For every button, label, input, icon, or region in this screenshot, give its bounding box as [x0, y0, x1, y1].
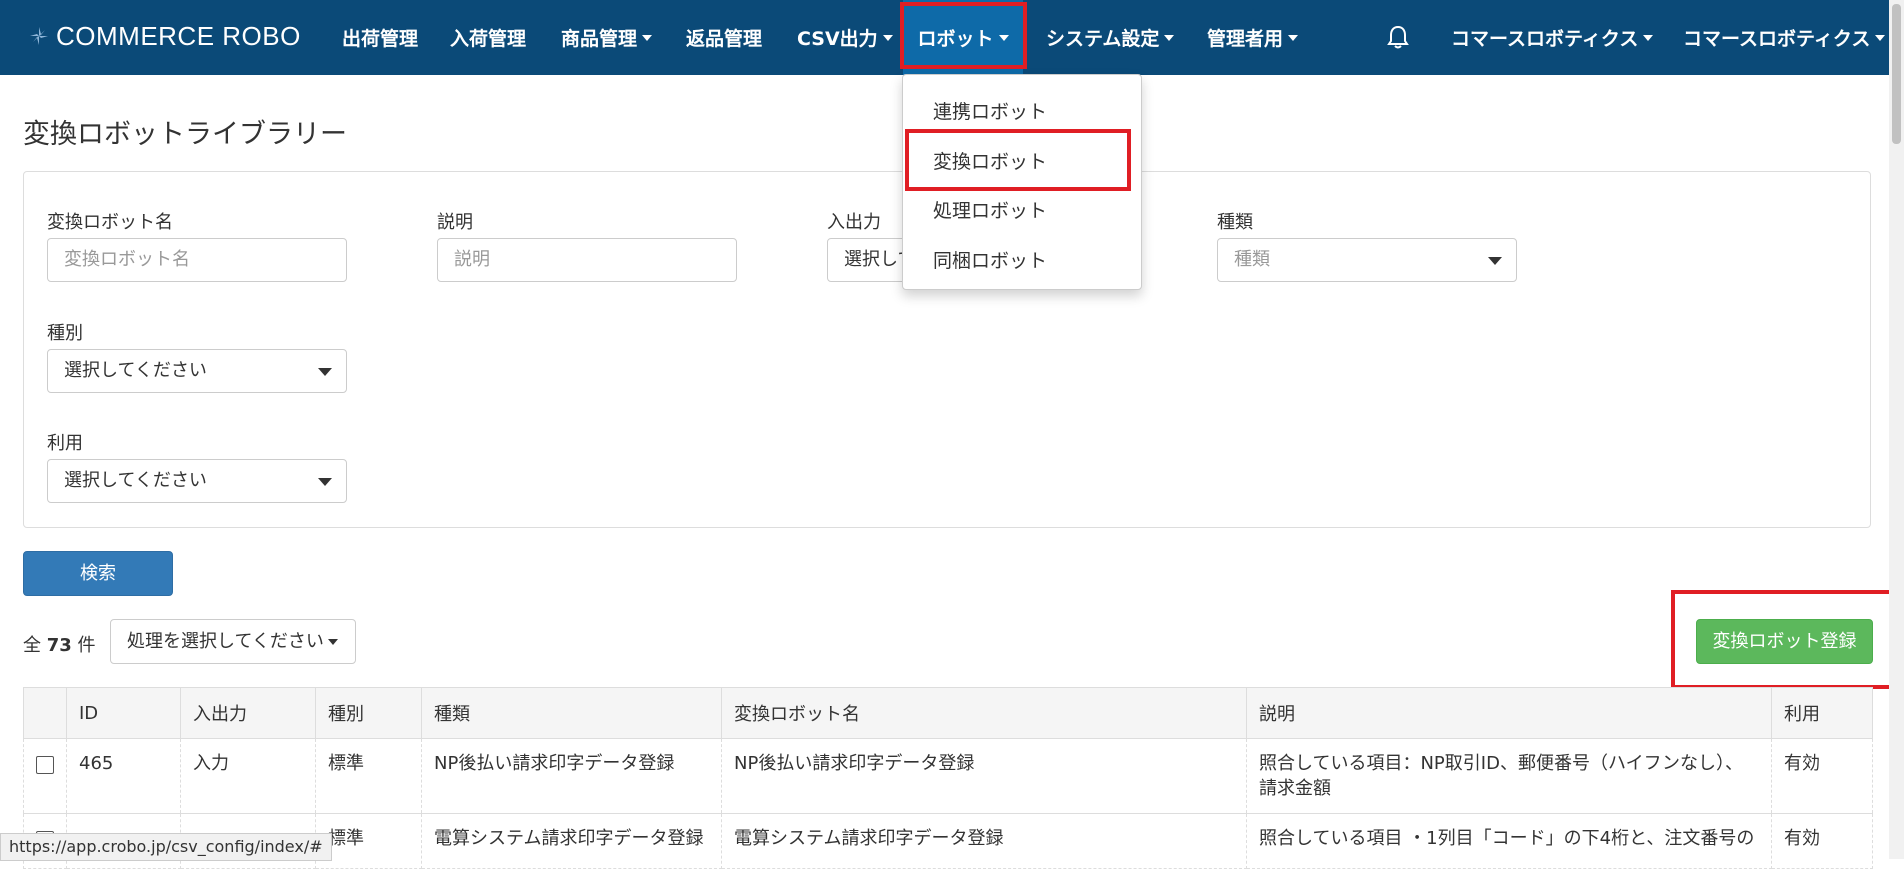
- chevron-down-icon: [1643, 34, 1654, 41]
- chevron-down-icon: [642, 34, 653, 41]
- page-title: 変換ロボットライブラリー: [23, 119, 347, 150]
- register-convert-robot-button[interactable]: 変換ロボット登録: [1696, 619, 1873, 664]
- brand-name: COMMERCE ROBO: [56, 20, 301, 51]
- cell-description: 照合している項目：NP取引ID、郵便番号（ハイフンなし）、請求金額: [1246, 738, 1772, 814]
- cell-use: 有効: [1771, 813, 1873, 869]
- cell-use: 有効: [1771, 738, 1873, 814]
- header-io[interactable]: 入出力: [180, 687, 316, 739]
- table-header-row: ID 入出力 種別 種類 変換ロボット名 説明 利用: [23, 687, 1873, 739]
- menu-item-link-robot[interactable]: 連携ロボット: [933, 97, 1047, 124]
- chevron-down-icon: [1164, 34, 1175, 41]
- cell-kind: NP後払い請求印字データ登録: [421, 738, 722, 814]
- nav-receiving[interactable]: 入荷管理: [450, 0, 526, 75]
- page-scrollbar[interactable]: [1889, 0, 1904, 859]
- brand-logo[interactable]: COMMERCE ROBO: [28, 18, 301, 54]
- filter-type-label: 種別: [47, 323, 83, 344]
- chevron-down-icon: [1875, 34, 1886, 41]
- chevron-down-icon: [1288, 34, 1299, 41]
- chevron-down-icon: [318, 478, 332, 486]
- browser-status-url: https://app.crobo.jp/csv_config/index/#: [0, 833, 332, 861]
- nav-products[interactable]: 商品管理: [561, 0, 653, 75]
- cell-io: 入力: [180, 738, 316, 814]
- menu-item-process-robot[interactable]: 処理ロボット: [933, 196, 1047, 223]
- cell-kind: 電算システム請求印字データ登録: [421, 813, 722, 869]
- header-type[interactable]: 種別: [315, 687, 422, 739]
- nav-admin[interactable]: 管理者用: [1207, 0, 1299, 75]
- chevron-down-icon: [318, 368, 332, 376]
- robot-dropdown-menu: 連携ロボット 変換ロボット 処理ロボット 同梱ロボット: [902, 74, 1142, 290]
- header-id[interactable]: ID: [66, 687, 181, 739]
- chevron-down-icon: [327, 639, 338, 645]
- header-description[interactable]: 説明: [1246, 687, 1772, 739]
- cell-robot-name[interactable]: NP後払い請求印字データ登録: [721, 738, 1247, 814]
- chevron-down-icon: [1488, 257, 1502, 265]
- nav-system-settings[interactable]: システム設定: [1046, 0, 1175, 75]
- filter-use-label: 利用: [47, 433, 83, 454]
- menu-item-bundle-robot[interactable]: 同梱ロボット: [933, 246, 1047, 273]
- table-row: 465 入力 標準 NP後払い請求印字データ登録 NP後払い請求印字データ登録 …: [23, 738, 1873, 814]
- nav-user-1[interactable]: コマースロボティクス: [1451, 0, 1654, 75]
- scrollbar-thumb[interactable]: [1892, 4, 1901, 144]
- result-count: 全 73 件: [23, 635, 96, 656]
- row-checkbox[interactable]: [36, 756, 54, 774]
- header-checkbox-col: [23, 687, 67, 739]
- robot-name-input[interactable]: 変換ロボット名: [47, 238, 347, 282]
- use-select[interactable]: 選択してください: [47, 459, 347, 503]
- cell-type: 標準: [315, 738, 422, 814]
- header-kind[interactable]: 種類: [421, 687, 722, 739]
- cell-id: 465: [66, 738, 181, 814]
- bulk-action-select[interactable]: 処理を選択してください: [110, 619, 356, 664]
- nav-robot[interactable]: ロボット: [903, 0, 1023, 75]
- description-input[interactable]: 説明: [437, 238, 737, 282]
- nav-csv-output[interactable]: CSV出力: [797, 0, 893, 75]
- cell-description: 照合している項目 ・1列目「コード」の下4桁と、注文番号の: [1246, 813, 1772, 869]
- robot-logo-icon: [30, 27, 48, 45]
- top-navbar: COMMERCE ROBO 出荷管理 入荷管理 商品管理 返品管理 CSV出力 …: [0, 0, 1904, 75]
- filter-kind-label: 種類: [1217, 212, 1253, 233]
- kind-select[interactable]: 種類: [1217, 238, 1517, 282]
- header-use[interactable]: 利用: [1771, 687, 1873, 739]
- search-button[interactable]: 検索: [23, 551, 173, 596]
- filter-io-label: 入出力: [827, 212, 881, 233]
- nav-returns[interactable]: 返品管理: [686, 0, 762, 75]
- nav-shipping[interactable]: 出荷管理: [342, 0, 418, 75]
- bell-icon[interactable]: [1386, 24, 1410, 50]
- header-robot-name[interactable]: 変換ロボット名: [721, 687, 1247, 739]
- chevron-down-icon: [882, 34, 893, 41]
- filter-desc-label: 説明: [437, 212, 473, 233]
- filter-name-label: 変換ロボット名: [47, 212, 173, 233]
- type-select[interactable]: 選択してください: [47, 349, 347, 393]
- nav-user-2[interactable]: コマースロボティクス: [1683, 0, 1886, 75]
- cell-robot-name[interactable]: 電算システム請求印字データ登録: [721, 813, 1247, 869]
- chevron-down-icon: [998, 34, 1009, 41]
- menu-item-convert-robot[interactable]: 変換ロボット: [933, 147, 1047, 174]
